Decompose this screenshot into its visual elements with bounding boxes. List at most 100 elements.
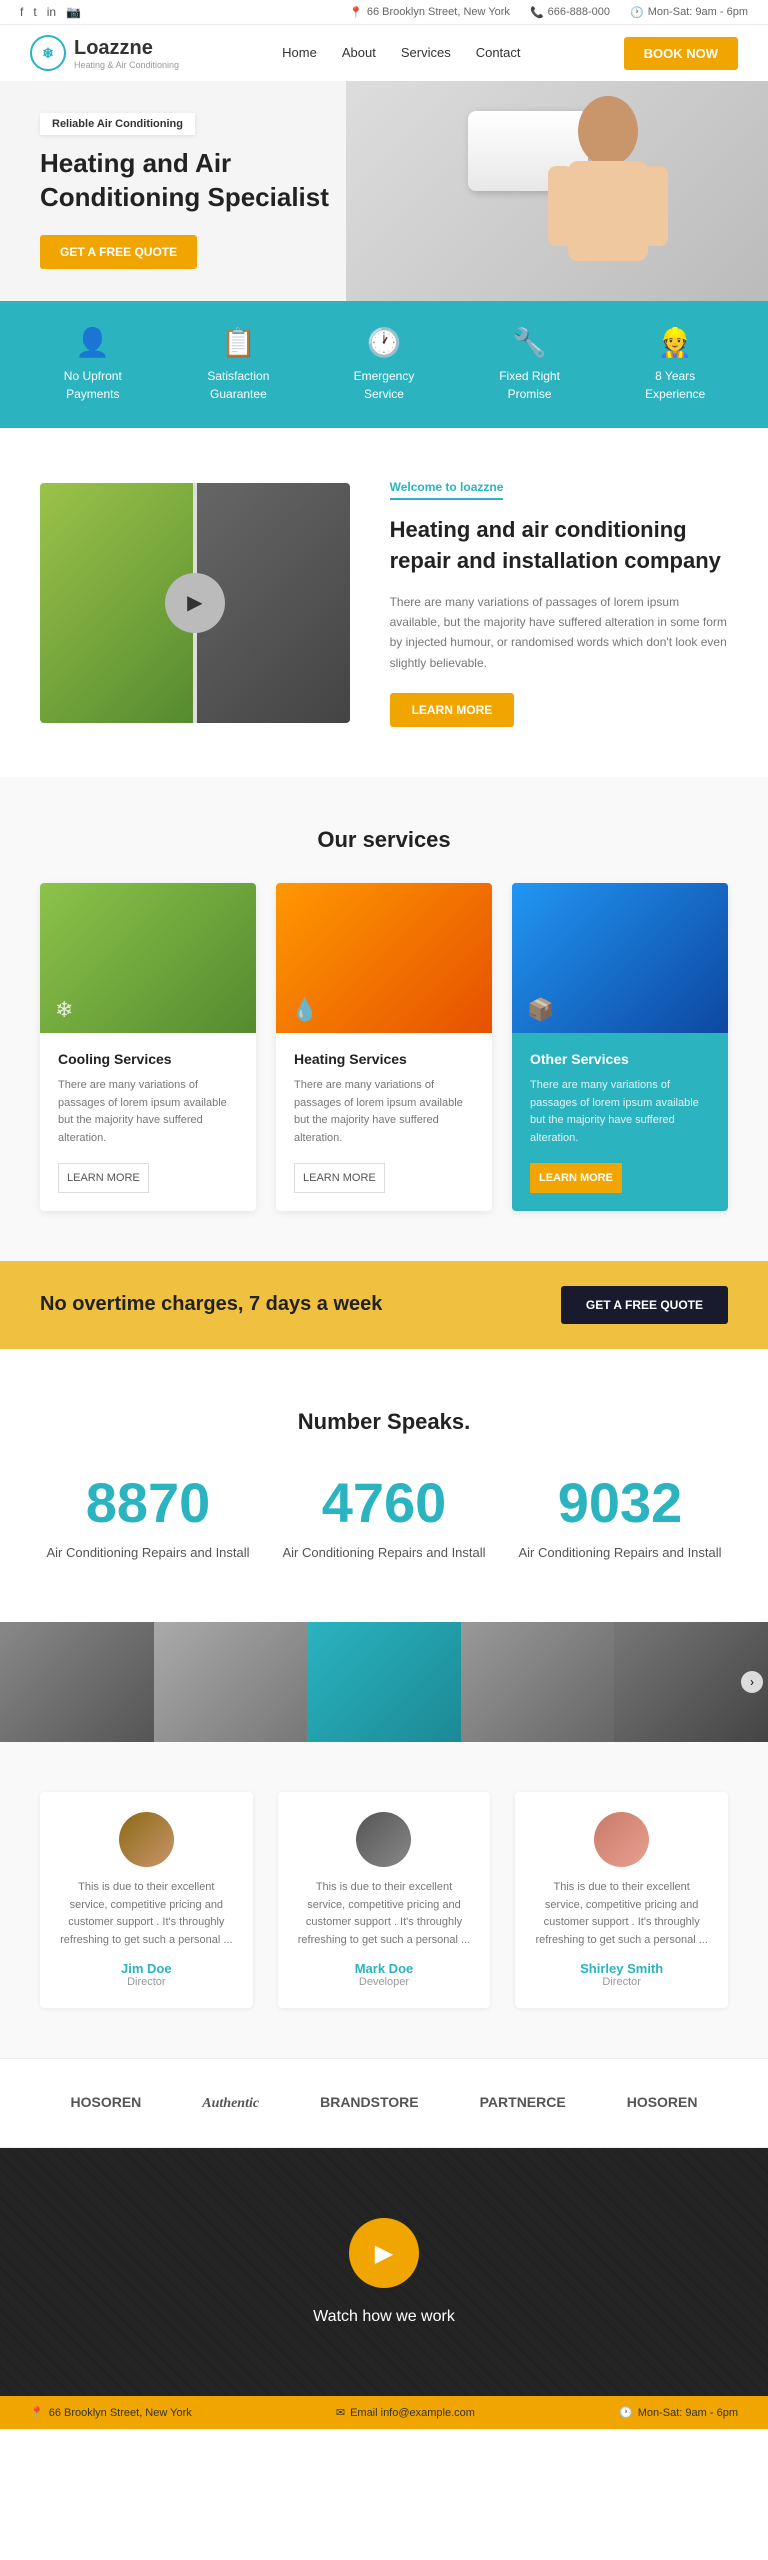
footer-bar: 📍 66 Brooklyn Street, New York ✉ Email i…: [0, 2396, 768, 2429]
partner-name-0: HOSOREN: [71, 2094, 142, 2110]
service-text-cooling: There are many variations of passages of…: [58, 1077, 238, 1147]
number-value-1: 4760: [276, 1475, 492, 1531]
service-text-other: There are many variations of passages of…: [530, 1077, 710, 1147]
testimonial-avatar-0: [119, 1812, 174, 1867]
about-tag: Welcome to loazzne: [390, 480, 504, 500]
number-value-2: 9032: [512, 1475, 728, 1531]
service-card-cooling: ❄ Cooling Services There are many variat…: [40, 883, 256, 1210]
partner-3: PARTNERCE: [480, 2094, 566, 2112]
satisfaction-icon: 📋: [166, 326, 312, 359]
testimonial-avatar-1: [356, 1812, 411, 1867]
service-img-other: 📦: [512, 883, 728, 1033]
service-body-heating: Heating Services There are many variatio…: [276, 1033, 492, 1210]
video-label: Watch how we work: [40, 2308, 728, 2326]
logo-text-group: Loazzne Heating & Air Conditioning: [74, 37, 179, 70]
navbar: ❄ Loazzne Heating & Air Conditioning Hom…: [0, 25, 768, 81]
footer-hours: 🕐 Mon-Sat: 9am - 6pm: [619, 2406, 738, 2419]
number-label-0: Air Conditioning Repairs and Install: [40, 1543, 256, 1563]
about-image-box: ▶: [40, 483, 350, 723]
partner-4: HOSOREN: [627, 2094, 698, 2112]
social-twitter[interactable]: t: [33, 5, 36, 19]
gallery-item-3: [307, 1622, 461, 1742]
nav-services[interactable]: Services: [401, 45, 451, 60]
cooling-learn-more-button[interactable]: LEARN MORE: [58, 1163, 149, 1193]
testimonial-card-2: This is due to their excellent service, …: [515, 1792, 728, 2008]
numbers-grid: 8870 Air Conditioning Repairs and Instal…: [40, 1475, 728, 1563]
social-linkedin[interactable]: in: [47, 5, 56, 19]
logo-subtitle: Heating & Air Conditioning: [74, 60, 179, 70]
gallery-item-1: [0, 1622, 154, 1742]
play-button-overlay[interactable]: ▶: [165, 573, 225, 633]
feature-fixed-right-label: Fixed RightPromise: [499, 369, 560, 401]
video-play-button[interactable]: ▶: [349, 2218, 419, 2288]
number-value-0: 8870: [40, 1475, 256, 1531]
feature-emergency-label: EmergencyService: [354, 369, 415, 401]
features-bar: 👤 No UpfrontPayments 📋 SatisfactionGuara…: [0, 301, 768, 428]
learn-more-button[interactable]: LEARN MORE: [390, 693, 515, 727]
testimonials-grid: This is due to their excellent service, …: [40, 1792, 728, 2008]
footer-location-icon: 📍: [30, 2406, 44, 2419]
phone-info[interactable]: 📞 666-888-000: [530, 6, 610, 19]
get-quote-button[interactable]: GET A FREE QUOTE: [40, 235, 197, 269]
testimonial-role-2: Director: [535, 1976, 708, 1988]
other-learn-more-button[interactable]: LEARN MORE: [530, 1163, 622, 1193]
hero-image: [346, 81, 768, 301]
book-now-button[interactable]: BOOK NOW: [624, 37, 738, 70]
partner-0: HOSOREN: [71, 2094, 142, 2112]
clock-icon: 🕐: [630, 6, 644, 19]
feature-emergency: 🕐 EmergencyService: [311, 326, 457, 403]
services-section: Our services ❄ Cooling Services There ar…: [0, 777, 768, 1260]
numbers-section: Number Speaks. 8870 Air Conditioning Rep…: [0, 1349, 768, 1623]
logo-name: Loazzne: [74, 37, 153, 59]
about-text: There are many variations of passages of…: [390, 592, 728, 674]
number-item-2: 9032 Air Conditioning Repairs and Instal…: [512, 1475, 728, 1563]
services-grid: ❄ Cooling Services There are many variat…: [40, 883, 728, 1210]
gallery-item-2: [154, 1622, 308, 1742]
gallery-item-5: ›: [614, 1622, 768, 1742]
hours-info: 🕐 Mon-Sat: 9am - 6pm: [630, 6, 748, 19]
emergency-icon: 🕐: [311, 326, 457, 359]
about-title: Heating and air conditioning repair and …: [390, 515, 728, 577]
number-item-0: 8870 Air Conditioning Repairs and Instal…: [40, 1475, 256, 1563]
testimonial-name-0: Jim Doe: [60, 1961, 233, 1976]
services-title: Our services: [40, 827, 728, 853]
about-content: Welcome to loazzne Heating and air condi…: [390, 478, 728, 727]
gallery-next-button[interactable]: ›: [741, 1671, 763, 1693]
partner-name-2: BRANDSTORE: [320, 2094, 419, 2110]
testimonial-role-1: Developer: [298, 1976, 471, 1988]
logo[interactable]: ❄ Loazzne Heating & Air Conditioning: [30, 35, 179, 71]
fixed-right-icon: 🔧: [457, 326, 603, 359]
social-facebook[interactable]: f: [20, 5, 23, 19]
service-title-other: Other Services: [530, 1051, 710, 1067]
footer-email-icon: ✉: [336, 2406, 345, 2419]
footer-email[interactable]: ✉ Email info@example.com: [336, 2406, 475, 2419]
social-instagram[interactable]: 📷: [66, 5, 81, 19]
person-svg: [508, 81, 708, 301]
feature-satisfaction: 📋 SatisfactionGuarantee: [166, 326, 312, 403]
gallery-section: ›: [0, 1622, 768, 1742]
testimonial-card-0: This is due to their excellent service, …: [40, 1792, 253, 2008]
partner-name-1: Authentic: [202, 2096, 259, 2111]
cta-free-quote-button[interactable]: GET A FREE QUOTE: [561, 1286, 728, 1324]
service-img-cooling: ❄: [40, 883, 256, 1033]
heating-icon: 💧: [291, 997, 318, 1023]
feature-fixed-right: 🔧 Fixed RightPromise: [457, 326, 603, 403]
feature-satisfaction-label: SatisfactionGuarantee: [207, 369, 269, 401]
social-links[interactable]: f t in 📷: [20, 5, 81, 19]
nav-home[interactable]: Home: [282, 45, 317, 60]
nav-contact[interactable]: Contact: [476, 45, 521, 60]
testimonial-card-1: This is due to their excellent service, …: [278, 1792, 491, 2008]
heating-learn-more-button[interactable]: LEARN MORE: [294, 1163, 385, 1193]
footer-address: 📍 66 Brooklyn Street, New York: [30, 2406, 192, 2419]
number-label-1: Air Conditioning Repairs and Install: [276, 1543, 492, 1563]
number-label-2: Air Conditioning Repairs and Install: [512, 1543, 728, 1563]
hero-content: Reliable Air Conditioning Heating and Ai…: [40, 113, 350, 269]
cta-text: No overtime charges, 7 days a week: [40, 1293, 382, 1316]
partners-section: HOSOREN Authentic BRANDSTORE PARTNERCE H…: [0, 2058, 768, 2148]
service-title-cooling: Cooling Services: [58, 1051, 238, 1067]
nav-about[interactable]: About: [342, 45, 376, 60]
contact-info: 📍 66 Brooklyn Street, New York 📞 666-888…: [349, 6, 748, 19]
hero-section: Reliable Air Conditioning Heating and Ai…: [0, 81, 768, 301]
testimonial-role-0: Director: [60, 1976, 233, 1988]
address-info: 📍 66 Brooklyn Street, New York: [349, 6, 510, 19]
